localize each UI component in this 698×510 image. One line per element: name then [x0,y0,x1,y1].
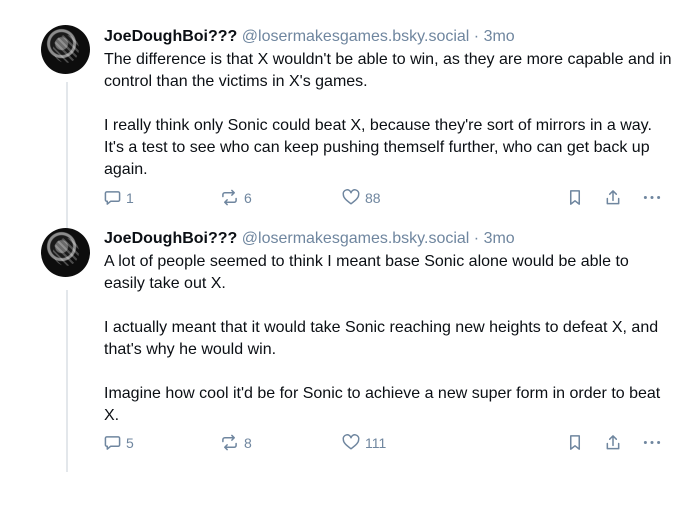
author-name[interactable]: JoeDoughBoi??? [104,28,237,45]
post-header: JoeDoughBoi??? @losermakesgames.bsky.soc… [104,27,515,47]
post-time[interactable]: 3mo [484,28,515,45]
like-count: 88 [365,189,381,206]
post-paragraph: The difference is that X wouldn't be abl… [104,51,672,90]
bookmark-icon [569,190,581,205]
thread-line [66,82,68,232]
heart-icon [342,189,360,205]
avatar[interactable] [41,25,90,74]
like-count: 111 [365,434,387,451]
bookmark-icon [569,435,581,450]
post-actions: 1 6 88 [104,189,664,211]
post-paragraph: Imagine how cool it'd be for Sonic to ac… [104,385,661,424]
repost-arrows-icon [222,189,237,206]
post-paragraph: I really think only Sonic could beat X, … [104,117,652,178]
share-button[interactable] [605,189,621,206]
post-text: The difference is that X wouldn't be abl… [104,49,674,181]
author-name[interactable]: JoeDoughBoi??? [104,230,237,247]
post-actions: 5 8 111 [104,434,664,456]
share-icon [606,190,620,205]
bookmark-button[interactable] [568,434,582,451]
post-paragraph: A lot of people seemed to think I meant … [104,253,629,292]
speech-bubble-icon [104,436,121,450]
author-handle[interactable]: @losermakesgames.bsky.social [242,28,470,45]
heart-icon [342,434,360,450]
bookmark-button[interactable] [568,189,582,206]
reply-count: 5 [126,434,134,451]
post-text: A lot of people seemed to think I meant … [104,251,674,427]
thread-line [66,290,68,472]
post-time[interactable]: 3mo [484,230,515,247]
repost-count: 8 [244,434,252,451]
repost-button[interactable]: 6 [220,189,252,206]
post-header: JoeDoughBoi??? @losermakesgames.bsky.soc… [104,229,515,249]
repost-count: 6 [244,189,252,206]
reply-button[interactable]: 1 [104,189,134,206]
avatar[interactable] [41,228,90,277]
like-button[interactable]: 111 [342,434,386,451]
separator-dot: · [473,230,480,247]
author-handle[interactable]: @losermakesgames.bsky.social [242,230,470,247]
speech-bubble-icon [104,191,121,205]
reply-button[interactable]: 5 [104,434,134,451]
more-button[interactable] [642,434,662,451]
more-button[interactable] [642,189,662,206]
post-paragraph: I actually meant that it would take Soni… [104,319,659,358]
share-button[interactable] [605,434,621,451]
repost-button[interactable]: 8 [220,434,252,451]
more-dots-icon [643,195,661,200]
repost-arrows-icon [222,434,237,451]
more-dots-icon [643,440,661,445]
reply-count: 1 [126,189,134,206]
separator-dot: · [473,28,480,45]
share-icon [606,435,620,450]
like-button[interactable]: 88 [342,189,381,206]
